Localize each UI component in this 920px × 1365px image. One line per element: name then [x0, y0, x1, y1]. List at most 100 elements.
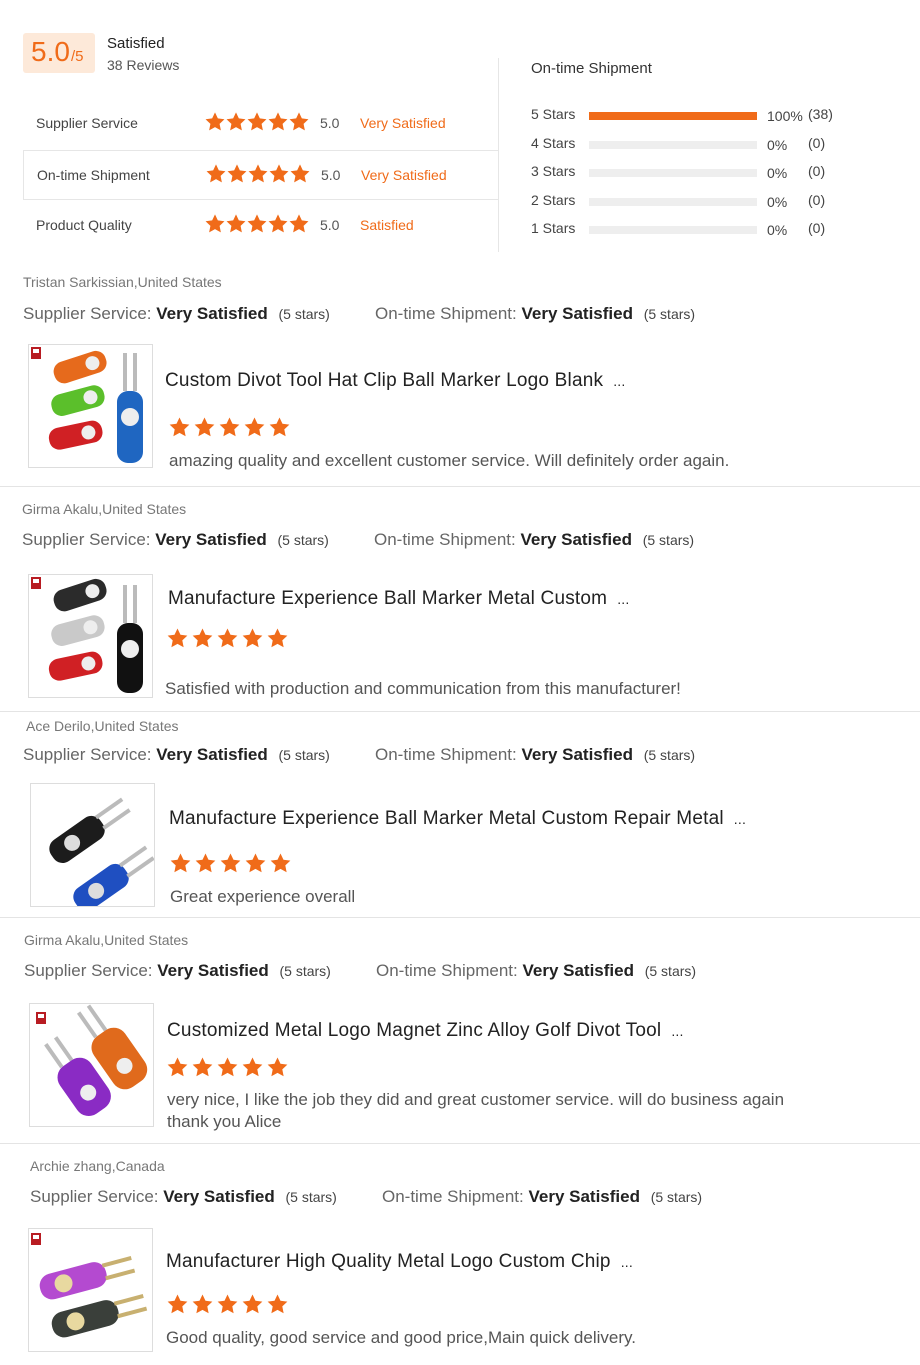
product-title[interactable]: Manufacture Experience Ball Marker Metal… — [169, 808, 746, 830]
title-ellipsis: ... — [671, 1023, 684, 1039]
supplier-service-rating: Supplier Service: Very Satisfied (5 star… — [24, 961, 331, 981]
review-card: Girma Akalu,United States Supplier Servi… — [0, 919, 920, 1144]
golf-divot-tool-image[interactable] — [29, 1003, 154, 1127]
product-title[interactable]: Manufacture Experience Ball Marker Metal… — [168, 588, 629, 610]
distribution-row-1: 1 Stars 0% (0) — [531, 220, 851, 240]
reviewer-name: Girma Akalu,United States — [24, 932, 189, 948]
golf-divot-tool-image[interactable] — [28, 344, 153, 468]
rating-stars-text: (5 stars) — [643, 306, 696, 322]
review-card: Girma Akalu,United States Supplier Servi… — [0, 488, 920, 712]
star-icon — [194, 417, 215, 437]
review-stars — [168, 416, 293, 439]
category-row-product-quality: Product Quality 5.0 Satisfied — [23, 201, 499, 251]
star-icon — [289, 112, 309, 131]
golf-divot-tool-image[interactable] — [28, 1228, 153, 1352]
category-stars — [204, 213, 309, 237]
distribution-row-3: 3 Stars 0% (0) — [531, 163, 851, 183]
star-icon — [195, 853, 216, 873]
rating-label: On-time Shipment: — [375, 745, 517, 764]
review-text: Good quality, good service and good pric… — [166, 1328, 636, 1347]
rating-value: Very Satisfied — [156, 745, 268, 764]
rating-value: Very Satisfied — [155, 530, 267, 549]
star-icon — [192, 628, 213, 648]
distribution-count: (0) — [808, 220, 826, 236]
star-icon — [268, 112, 288, 131]
rating-summary: 5.0 /5 Satisfied 38 Reviews Supplier Ser… — [0, 0, 920, 262]
category-name: Product Quality — [36, 217, 132, 233]
star-icon — [248, 164, 268, 183]
product-title[interactable]: Customized Metal Logo Magnet Zinc Alloy … — [167, 1020, 684, 1042]
rating-label: On-time Shipment: — [376, 961, 518, 980]
rating-stars-text: (5 stars) — [279, 963, 331, 979]
star-icon — [170, 853, 191, 873]
review-card: Ace Derilo,United States Supplier Servic… — [0, 713, 920, 918]
category-stars — [204, 111, 309, 135]
star-icon — [268, 214, 288, 233]
rating-stars-text: (5 stars) — [644, 963, 697, 979]
shipment-rating: On-time Shipment: Very Satisfied (5 star… — [374, 530, 694, 550]
distribution-bar-track — [589, 226, 757, 234]
category-row-on-time-shipment: On-time Shipment 5.0 Very Satisfied — [23, 150, 499, 200]
star-icon — [217, 1294, 238, 1314]
rating-stars-text: (5 stars) — [277, 532, 329, 548]
overall-satisfaction-label: Satisfied — [107, 35, 165, 52]
title-ellipsis: ... — [620, 1254, 633, 1270]
overall-score: 5.0 — [31, 36, 70, 67]
rating-label: Supplier Service: — [30, 1187, 159, 1206]
star-icon — [169, 417, 190, 437]
category-level: Very Satisfied — [360, 115, 446, 131]
title-ellipsis: ... — [613, 373, 626, 389]
distribution-percent: 0% — [767, 165, 788, 181]
star-icon — [247, 112, 267, 131]
review-stars — [166, 1293, 291, 1316]
star-icon — [244, 417, 265, 437]
product-title-text: Manufacturer High Quality Metal Logo Cus… — [166, 1251, 611, 1272]
review-stars — [169, 852, 294, 875]
star-icon — [205, 214, 225, 233]
shipment-rating: On-time Shipment: Very Satisfied (5 star… — [382, 1187, 702, 1207]
distribution-row-5: 5 Stars 100% (38) — [531, 106, 851, 126]
overall-score-max: /5 — [71, 48, 84, 65]
star-icon — [242, 1294, 263, 1314]
review-text: amazing quality and excellent customer s… — [169, 451, 730, 470]
star-icon — [206, 164, 226, 183]
star-icon — [269, 164, 289, 183]
review-text: Great experience overall — [170, 887, 356, 906]
distribution-percent: 100% — [767, 108, 803, 124]
distribution-bar-track — [589, 198, 757, 206]
star-icon — [226, 214, 246, 233]
product-title[interactable]: Manufacturer High Quality Metal Logo Cus… — [166, 1251, 633, 1273]
star-icon — [267, 628, 288, 648]
rating-label: On-time Shipment: — [375, 304, 517, 323]
star-icon — [167, 1294, 188, 1314]
rating-label: On-time Shipment: — [374, 530, 516, 549]
rating-label: Supplier Service: — [23, 304, 152, 323]
shipment-rating: On-time Shipment: Very Satisfied (5 star… — [376, 961, 696, 981]
rating-label: Supplier Service: — [22, 530, 151, 549]
star-icon — [217, 1057, 238, 1077]
reviewer-name: Girma Akalu,United States — [22, 501, 187, 517]
rating-stars-text: (5 stars) — [643, 747, 696, 763]
rating-stars-text: (5 stars) — [278, 747, 330, 763]
rating-value: Very Satisfied — [521, 745, 633, 764]
star-icon — [226, 112, 246, 131]
golf-divot-tool-image[interactable] — [28, 574, 153, 698]
golf-divot-tool-image[interactable] — [30, 783, 155, 907]
star-icon — [217, 628, 238, 648]
rating-value: Very Satisfied — [520, 530, 632, 549]
supplier-service-rating: Supplier Service: Very Satisfied (5 star… — [23, 304, 330, 324]
star-icon — [290, 164, 310, 183]
rating-label: On-time Shipment: — [382, 1187, 524, 1206]
product-title[interactable]: Custom Divot Tool Hat Clip Ball Marker L… — [165, 370, 625, 392]
star-icon — [289, 214, 309, 233]
rating-stars-text: (5 stars) — [642, 532, 695, 548]
review-text: Satisfied with production and communicat… — [165, 679, 681, 698]
review-card: Archie zhang,Canada Supplier Service: Ve… — [0, 1145, 920, 1365]
product-title-text: Manufacture Experience Ball Marker Metal… — [169, 808, 724, 829]
product-title-text: Custom Divot Tool Hat Clip Ball Marker L… — [165, 370, 604, 391]
product-title-text: Manufacture Experience Ball Marker Metal… — [168, 588, 608, 609]
star-icon — [242, 628, 263, 648]
distribution-bar-track — [589, 141, 757, 149]
review-card: Tristan Sarkissian,United States Supplie… — [0, 262, 920, 487]
star-icon — [219, 417, 240, 437]
